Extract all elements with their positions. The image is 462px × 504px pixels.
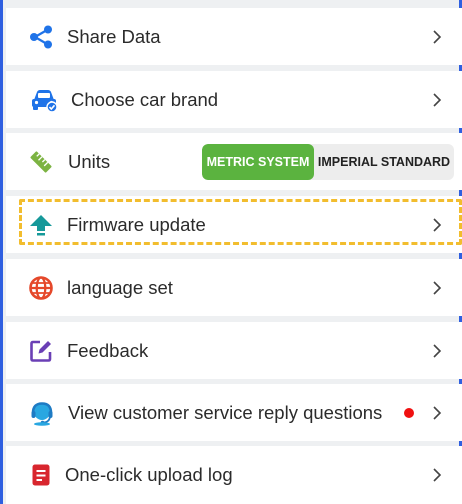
menu-item-label: language set [67, 276, 173, 298]
chevron-right-icon [433, 217, 442, 232]
menu-item-label: Firmware update [67, 213, 206, 235]
menu-item-label: Units [68, 150, 111, 172]
menu-item-upload-log[interactable]: One-click upload log [6, 446, 462, 504]
app-frame: Share Data Choose car brand Units METRIC… [0, 0, 462, 504]
menu-item-language-set[interactable]: language set [6, 259, 462, 316]
share-icon [28, 24, 54, 50]
menu-item-label: Choose car brand [71, 88, 219, 110]
ruler-icon [28, 149, 54, 175]
headset-icon [29, 400, 55, 426]
menu-item-share-data[interactable]: Share Data [6, 8, 462, 65]
chevron-right-icon [433, 468, 442, 482]
car-icon [30, 87, 58, 113]
settings-list: Share Data Choose car brand Units METRIC… [6, 0, 462, 504]
menu-item-label: Share Data [67, 25, 161, 47]
units-toggle[interactable]: METRIC SYSTEM IMPERIAL STANDARD [202, 143, 454, 180]
unread-dot [404, 407, 414, 418]
menu-item-firmware-update[interactable]: Firmware update [6, 196, 462, 253]
menu-item-customer-service[interactable]: View customer service reply questions [6, 384, 462, 441]
chevron-right-icon [433, 92, 442, 107]
chevron-right-icon [433, 405, 442, 420]
metric-system-option[interactable]: METRIC SYSTEM [202, 143, 314, 180]
menu-item-label: Feedback [67, 339, 149, 361]
menu-item-units: Units METRIC SYSTEM IMPERIAL STANDARD [6, 133, 462, 190]
upload-arrow-icon [28, 212, 54, 238]
menu-item-feedback[interactable]: Feedback [6, 322, 462, 379]
chevron-right-icon [433, 343, 442, 358]
document-icon [28, 462, 54, 488]
menu-item-label: View customer service reply questions [68, 401, 383, 423]
globe-icon [28, 275, 54, 301]
imperial-standard-option[interactable]: IMPERIAL STANDARD [314, 144, 454, 180]
edit-icon [28, 338, 54, 364]
chevron-right-icon [433, 280, 442, 295]
chevron-right-icon [433, 29, 442, 44]
menu-item-label: One-click upload log [65, 464, 233, 485]
menu-item-choose-car-brand[interactable]: Choose car brand [6, 71, 462, 128]
